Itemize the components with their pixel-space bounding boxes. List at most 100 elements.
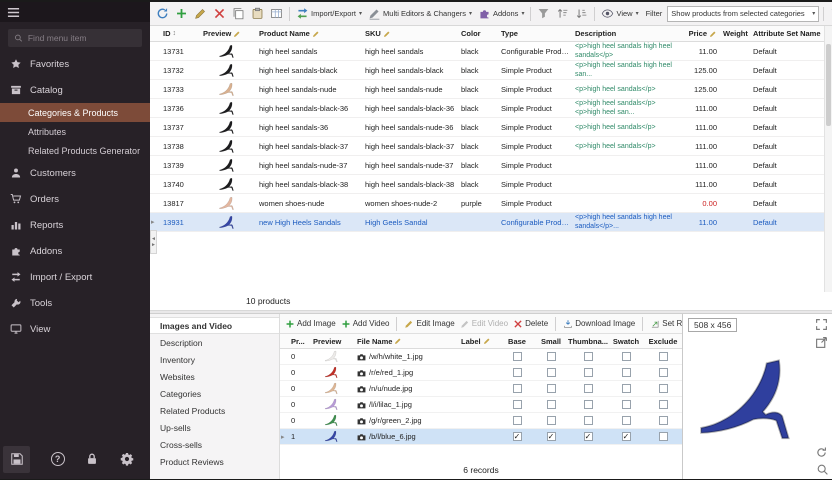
lock-icon[interactable] (85, 452, 99, 466)
col-file-name[interactable]: File Name (354, 337, 458, 346)
checkbox[interactable] (584, 384, 593, 393)
row-expander[interactable]: ▸ (150, 218, 160, 226)
tab-up-sells[interactable]: Up-sells (150, 419, 279, 436)
tab-websites[interactable]: Websites (150, 368, 279, 385)
col-attribute-set[interactable]: Attribute Set Name (750, 29, 824, 38)
sort-desc-button[interactable] (573, 5, 590, 22)
col-color[interactable]: Color (458, 29, 498, 38)
sidebar-item-related-products-generator[interactable]: Related Products Generator (0, 141, 150, 160)
tab-cross-sells[interactable]: Cross-sells (150, 436, 279, 453)
checkbox[interactable] (622, 368, 631, 377)
checkbox[interactable] (513, 352, 522, 361)
checkbox[interactable] (547, 368, 556, 377)
checkbox[interactable] (547, 352, 556, 361)
checkbox[interactable] (584, 368, 593, 377)
checkbox[interactable] (659, 400, 668, 409)
checkbox[interactable] (659, 416, 668, 425)
rotate-icon[interactable] (815, 446, 828, 459)
product-row[interactable]: ▸13931new High Heels SandalsHigh Geels S… (150, 213, 824, 232)
checkbox[interactable]: ✓ (584, 432, 593, 441)
sidebar-item-categories-products[interactable]: Categories & Products (0, 103, 150, 122)
tab-images-and-video[interactable]: Images and Video (150, 317, 279, 334)
product-row[interactable]: 13740high heel sandals-black-38high heel… (150, 175, 824, 194)
product-row[interactable]: 13736high heel sandals-black-36high heel… (150, 99, 824, 118)
sidebar-item-tools[interactable]: Tools (0, 290, 150, 316)
col-base[interactable]: Base (500, 337, 534, 346)
checkbox[interactable] (584, 352, 593, 361)
col-swatch[interactable]: Swatch (608, 337, 644, 346)
edit-image-button[interactable]: Edit Image (404, 319, 454, 329)
sidebar-collapse-handle[interactable]: ◄► (150, 230, 157, 254)
product-row[interactable]: 13733high heel sandals-nudehigh heel san… (150, 80, 824, 99)
checkbox[interactable] (584, 400, 593, 409)
checkbox[interactable] (659, 384, 668, 393)
col-label[interactable]: Label (458, 337, 500, 346)
checkbox[interactable]: ✓ (547, 432, 556, 441)
col-small[interactable]: Small (534, 337, 568, 346)
sidebar-item-reports[interactable]: Reports (0, 212, 150, 238)
col-type[interactable]: Type (498, 29, 572, 38)
checkbox[interactable] (659, 432, 668, 441)
add-button[interactable] (173, 5, 190, 22)
sidebar-search[interactable] (8, 29, 142, 47)
col-description[interactable]: Description (572, 29, 676, 38)
checkbox[interactable] (622, 416, 631, 425)
filters-button[interactable]: Filters▾ (828, 5, 832, 22)
col-weight[interactable]: Weight (720, 29, 750, 38)
checkbox[interactable] (513, 368, 522, 377)
gear-icon[interactable] (120, 452, 134, 466)
col-sku[interactable]: SKU (362, 29, 458, 38)
col-price[interactable]: Price (676, 29, 720, 38)
multi-editors-menu[interactable]: Multi Editors & Changers▾ (366, 5, 474, 22)
sidebar-item-addons[interactable]: Addons (0, 238, 150, 264)
view-menu[interactable]: View▾ (599, 5, 640, 22)
menu-icon[interactable] (7, 6, 20, 19)
checkbox[interactable]: ✓ (622, 432, 631, 441)
image-row[interactable]: 0/g/r/green_2.jpg (280, 413, 682, 429)
checkbox[interactable] (547, 384, 556, 393)
col-id[interactable]: ID↕ (160, 29, 200, 38)
col-priority[interactable]: Pr... (288, 337, 310, 346)
col-product-name[interactable]: Product Name (256, 29, 362, 38)
scrollbar-thumb[interactable] (826, 44, 831, 126)
checkbox[interactable] (622, 352, 631, 361)
vertical-scrollbar[interactable] (824, 26, 832, 292)
external-link-icon[interactable] (815, 336, 828, 349)
product-row[interactable]: 13732high heel sandals-blackhigh heel sa… (150, 61, 824, 80)
sort-asc-button[interactable] (554, 5, 571, 22)
image-row[interactable]: 0/l/i/lilac_1.jpg (280, 397, 682, 413)
sidebar-item-favorites[interactable]: Favorites (0, 51, 150, 77)
sidebar-item-import-export[interactable]: Import / Export (0, 264, 150, 290)
checkbox[interactable] (513, 384, 522, 393)
addons-menu[interactable]: Addons▾ (476, 5, 526, 22)
help-icon[interactable]: ? (51, 452, 65, 466)
import-export-menu[interactable]: Import/Export▾ (294, 5, 364, 22)
tab-description[interactable]: Description (150, 334, 279, 351)
image-row[interactable]: 0/n/u/nude.jpg (280, 381, 682, 397)
tab-product-reviews[interactable]: Product Reviews (150, 453, 279, 470)
sidebar-item-attributes[interactable]: Attributes (0, 122, 150, 141)
columns-button[interactable] (268, 5, 285, 22)
search-input[interactable] (28, 33, 136, 43)
fullscreen-icon[interactable] (815, 318, 828, 331)
tab-categories[interactable]: Categories (150, 385, 279, 402)
image-row[interactable]: 0/r/e/red_1.jpg (280, 365, 682, 381)
col-preview[interactable]: Preview (200, 29, 256, 38)
sidebar-item-customers[interactable]: Customers (0, 160, 150, 186)
checkbox[interactable] (584, 416, 593, 425)
product-row[interactable]: 13738high heel sandals-black-37high heel… (150, 137, 824, 156)
sidebar-item-view[interactable]: View (0, 316, 150, 342)
sidebar-item-catalog[interactable]: Catalog (0, 77, 150, 103)
add-video-button[interactable]: Add Video (341, 319, 390, 329)
checkbox[interactable] (547, 416, 556, 425)
tab-inventory[interactable]: Inventory (150, 351, 279, 368)
checkbox[interactable]: ✓ (513, 432, 522, 441)
product-row[interactable]: 13817women shoes-nudewomen shoes-nude-2p… (150, 194, 824, 213)
download-image-button[interactable]: Download Image (563, 319, 635, 329)
product-row[interactable]: 13739high heel sandals-nude-37high heel … (150, 156, 824, 175)
delete-image-button[interactable]: Delete (513, 319, 548, 329)
checkbox[interactable] (659, 368, 668, 377)
image-row[interactable]: 0/w/h/white_1.jpg (280, 349, 682, 365)
delete-button[interactable] (211, 5, 228, 22)
col-exclude[interactable]: Exclude (644, 337, 682, 346)
